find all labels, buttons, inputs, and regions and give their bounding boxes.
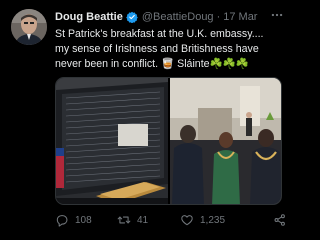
photo-speech-room-image: [170, 78, 281, 204]
separator-dot: ·: [216, 10, 221, 23]
tweet-header: Doug Beattie @BeattieDoug · 17 Mar: [55, 9, 257, 24]
reply-button[interactable]: 108: [55, 212, 92, 228]
like-count: 1,235: [200, 214, 226, 226]
reply-count: 108: [75, 214, 92, 226]
tweet-date[interactable]: 17 Mar: [223, 11, 257, 23]
retweet-count: 41: [137, 214, 149, 226]
verified-badge-icon: [126, 11, 138, 23]
retweet-button[interactable]: 41: [117, 212, 148, 228]
tweet-card[interactable]: Doug Beattie @BeattieDoug · 17 Mar St Pa…: [0, 0, 294, 240]
heart-icon: [181, 215, 193, 226]
author-name[interactable]: Doug Beattie: [55, 11, 123, 23]
tweet-media: [55, 77, 282, 205]
share-button[interactable]: [273, 212, 293, 228]
tweet-text-line: my sense of Irishness and Britishness ha…: [55, 43, 259, 55]
photo-speech-room[interactable]: [170, 78, 281, 204]
photo-memorial-wall-image: [56, 78, 168, 204]
avatar[interactable]: [11, 9, 47, 45]
photo-memorial-wall[interactable]: [56, 78, 168, 204]
reply-icon: [56, 215, 68, 227]
avatar-image: [11, 9, 47, 45]
more-horizontal-icon[interactable]: [270, 8, 284, 25]
author-handle[interactable]: @BeattieDoug: [142, 11, 214, 23]
tweet-text: St Patrick's breakfast at the U.K. embas…: [55, 27, 287, 72]
tweet-text-line: never been in conflict. 🥃 Sláinte☘️☘️☘️: [55, 58, 250, 70]
share-icon: [274, 214, 285, 226]
more-dots-glyph: [271, 13, 283, 17]
retweet-icon: [117, 216, 131, 224]
like-button[interactable]: 1,235: [180, 212, 225, 228]
tweet-text-line: St Patrick's breakfast at the U.K. embas…: [55, 28, 264, 40]
tweet-actions: 108 41 1,235: [55, 212, 287, 228]
